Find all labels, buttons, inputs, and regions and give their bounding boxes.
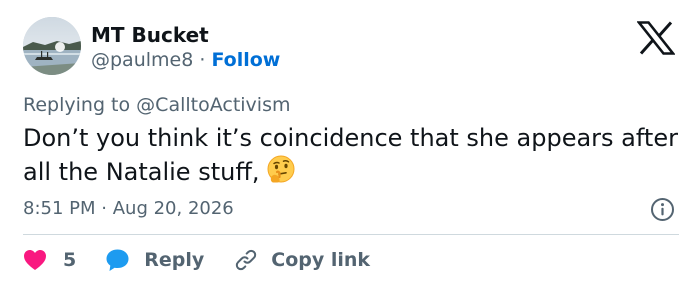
timestamp-separator: · [101, 198, 107, 219]
heart-icon [24, 250, 46, 270]
author-line: @paulme8 · Follow [91, 48, 280, 72]
x-logo-icon[interactable] [637, 21, 675, 55]
tweet-body: Don’t you think it’s coincidence that sh… [23, 124, 678, 186]
divider [23, 234, 679, 235]
avatar-lake-photo [23, 17, 81, 75]
copy-link-button[interactable]: Copy link [234, 248, 370, 272]
follow-button[interactable]: Follow [211, 49, 280, 71]
reply-label: Reply [144, 249, 205, 271]
tweet-time: 8:51 PM [23, 198, 96, 219]
replying-to-prefix: Replying to [23, 94, 131, 116]
author-name[interactable]: MT Bucket [91, 23, 209, 47]
timestamp[interactable]: 8:51 PM · Aug 20, 2026 [23, 197, 234, 221]
reply-bubble-icon [106, 249, 129, 271]
avatar[interactable] [23, 17, 81, 75]
tweet-text: Don’t you think it’s coincidence that sh… [23, 122, 683, 188]
tweet-date: Aug 20, 2026 [112, 198, 234, 219]
info-icon[interactable] [650, 197, 675, 222]
replying-to-handle[interactable]: @CalltoActivism [136, 94, 290, 116]
link-icon [236, 249, 257, 271]
reply-button[interactable]: Reply [105, 248, 204, 272]
action-bar: 5 Reply Copy link [23, 246, 370, 274]
like-count: 5 [63, 249, 77, 271]
copy-link-label: Copy link [271, 249, 371, 271]
author-handle[interactable]: @paulme8 [91, 49, 193, 71]
replying-to-line: Replying to @CalltoActivism [23, 93, 290, 117]
like-button[interactable]: 5 [23, 249, 76, 271]
thinking-face-icon [267, 155, 295, 183]
author-separator: · [199, 49, 206, 71]
